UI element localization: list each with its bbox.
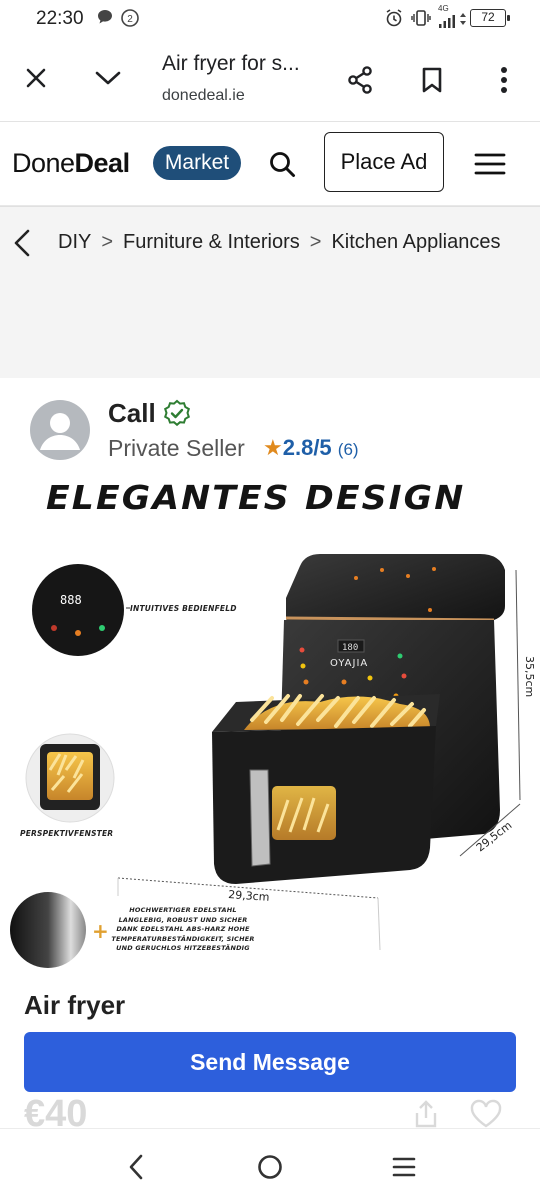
svg-text:2: 2 [127, 14, 133, 25]
breadcrumb-back-button[interactable] [6, 223, 38, 263]
nav-back-icon [129, 1154, 143, 1180]
page-url[interactable]: donedeal.ie [162, 87, 245, 105]
basket-handle [249, 769, 271, 867]
notification-count-icon: 2 [120, 8, 140, 33]
bookmark-icon [422, 67, 442, 93]
seller-rating[interactable]: ★2.8/5 (6) [263, 435, 359, 461]
market-badge[interactable]: Market [153, 146, 241, 180]
nav-recents-icon [392, 1157, 416, 1177]
screen: 22:30 2 4G 72 Air fryer for s... donedea… [0, 0, 540, 1200]
share-listing-button[interactable] [408, 1098, 444, 1130]
signal-icon [438, 12, 458, 35]
seller-type: Private Seller [108, 435, 245, 461]
control-panel-zoom [32, 564, 124, 656]
more-options-button[interactable] [484, 58, 524, 102]
system-navigation-bar [0, 1128, 540, 1200]
chat-notification-icon [96, 8, 114, 31]
nav-recents-button[interactable] [384, 1147, 424, 1187]
user-avatar-icon [40, 413, 80, 450]
page-title[interactable]: Air fryer for s... [162, 52, 300, 76]
collapse-button[interactable] [88, 58, 128, 98]
breadcrumb-item-furniture[interactable]: Furniture & Interiors [123, 231, 300, 253]
star-icon: ★ [263, 435, 283, 460]
breadcrumb-separator: > [101, 231, 114, 253]
caption-steel: HOCHWERTIGER EDELSTAHL LANGLEBIG, ROBUST… [111, 906, 255, 952]
breadcrumb-item-diy[interactable]: DIY [58, 231, 91, 253]
hamburger-menu-icon [474, 153, 506, 175]
nav-home-button[interactable] [250, 1147, 290, 1187]
send-message-button[interactable]: Send Message [24, 1032, 516, 1092]
close-icon [26, 68, 46, 88]
logo-text-bold: Deal [74, 148, 131, 178]
chevron-left-icon [14, 229, 30, 257]
seller-name[interactable]: Call [108, 398, 156, 429]
nav-home-icon [258, 1155, 282, 1179]
browser-toolbar: Air fryer for s... donedeal.ie [0, 36, 540, 122]
breadcrumb-item-kitchen-appliances[interactable]: Kitchen Appliances [331, 231, 500, 253]
chevron-down-icon [95, 71, 121, 85]
logo-text-regular: Done [12, 148, 75, 178]
fryer-display: 180 [342, 643, 358, 653]
menu-button[interactable] [470, 144, 510, 184]
site-header: DoneDeal Market Place Ad [0, 122, 540, 206]
nav-back-button[interactable] [116, 1147, 156, 1187]
air-fryer-illustration: 888 + 180 OYAJIA 35,5cm 29,5cm 29,3cm [10, 554, 536, 968]
breadcrumb-separator: > [309, 231, 322, 253]
bookmark-button[interactable] [410, 58, 454, 102]
search-button[interactable] [262, 144, 302, 184]
status-bar: 22:30 2 4G 72 [0, 0, 540, 36]
spacer [0, 276, 540, 378]
share-button[interactable] [338, 58, 382, 102]
search-icon [270, 152, 295, 177]
listing-title: Air fryer [24, 990, 126, 1020]
verified-icon [163, 399, 191, 432]
avatar[interactable] [30, 400, 90, 460]
panel-digits: 888 [60, 593, 82, 607]
data-arrows-icon [459, 10, 467, 33]
seller-info: Call Private Seller ★2.8/5 (6) [0, 378, 540, 470]
heart-icon [470, 1099, 502, 1128]
height-dimension: 35,5cm [523, 656, 536, 697]
caption-window: PERSPEKTIVFENSTER [20, 829, 114, 838]
svg-text:+: + [92, 919, 109, 943]
steel-zoom [10, 892, 86, 968]
close-tab-button[interactable] [16, 58, 56, 98]
battery-indicator: 72 [470, 9, 510, 27]
upload-share-icon [415, 1100, 437, 1128]
product-image[interactable]: ELEGANTES DESIGN 888 + 180 OYAJIA 35,5cm… [0, 470, 540, 990]
alarm-icon [384, 8, 404, 33]
caption-control-panel: INTUITIVES BEDIENFELD [130, 604, 237, 613]
vibrate-icon [410, 8, 432, 33]
width-dimension: 29,3cm [228, 888, 270, 904]
breadcrumb: DIY > Furniture & Interiors > Kitchen Applia… [0, 206, 540, 276]
rating-count: (6) [337, 440, 359, 459]
share-icon [348, 66, 372, 94]
rating-value: 2.8/5 [282, 435, 332, 460]
fryer-brand: OYAJIA [330, 658, 368, 669]
breadcrumb-trail: DIY > Furniture & Interiors > Kitchen Applia… [58, 231, 500, 254]
status-time: 22:30 [36, 8, 84, 29]
favourite-button[interactable] [466, 1098, 506, 1130]
donedeal-logo[interactable]: DoneDeal [12, 148, 130, 179]
place-ad-button[interactable]: Place Ad [324, 132, 444, 192]
more-vert-icon [501, 67, 507, 93]
